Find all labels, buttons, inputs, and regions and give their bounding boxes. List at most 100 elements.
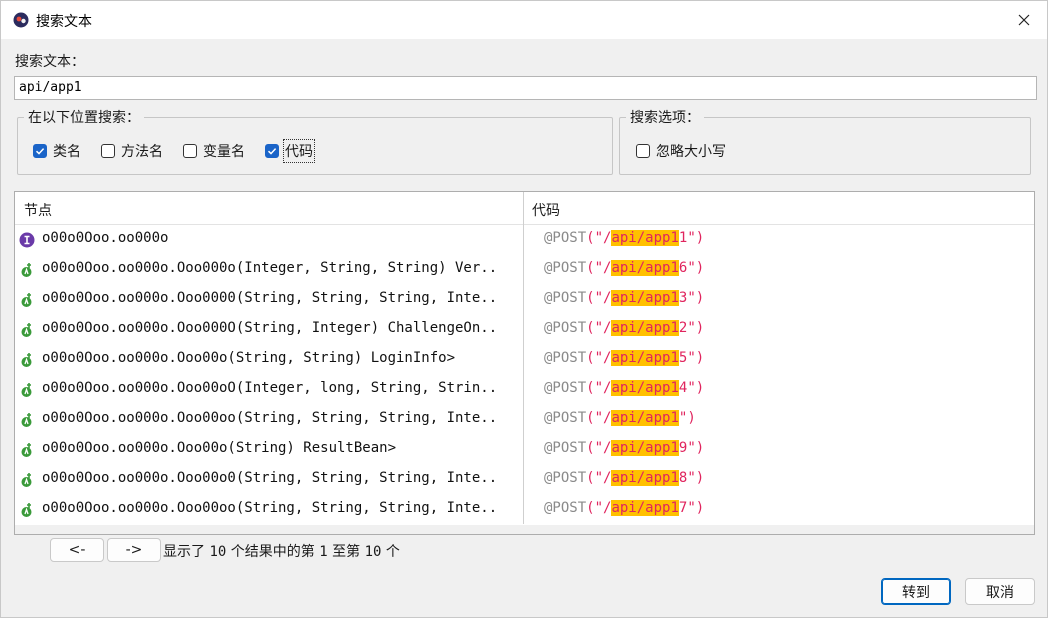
code-string: 3") [678, 290, 705, 306]
table-row[interactable]: o00o0Ooo.oo000o.Ooo00oo(String, String, … [15, 405, 1034, 435]
table-row[interactable]: o00o0Ooo.oo000o.Ooo000O(String, Integer)… [15, 315, 1034, 345]
method-icon [21, 413, 32, 427]
status-text: 至第 [327, 544, 365, 560]
code-match-highlight: api/app1 [611, 350, 679, 366]
code-string: ("/ [586, 440, 612, 456]
code-string: ("/ [586, 320, 612, 336]
node-name: o00o0Ooo.oo000o [42, 230, 169, 246]
ignore-case-checkbox[interactable]: 忽略大小写 [636, 141, 726, 161]
code-annotation: @POST [544, 470, 587, 486]
code-match-highlight: api/app1 [611, 470, 679, 486]
status-text: 显示了 [163, 544, 210, 560]
goto-button[interactable]: 转到 [881, 578, 951, 605]
table-header: 节点 代码 [15, 192, 1034, 225]
method-icon [21, 323, 32, 337]
cancel-button[interactable]: 取消 [965, 578, 1035, 605]
node-name: o00o0Ooo.oo000o.Ooo00oo(String, String, … [42, 500, 498, 516]
code-string: ") [678, 410, 696, 426]
column-header-node[interactable]: 节点 [24, 200, 52, 220]
code-string: 2") [678, 320, 705, 336]
code-match-highlight: api/app1 [611, 410, 679, 426]
code-match-highlight: api/app1 [611, 290, 679, 306]
node-name: o00o0Ooo.oo000o.Ooo00o0(String, String, … [42, 470, 498, 486]
window-title: 搜索文本 [36, 14, 92, 30]
table-row[interactable]: o00o0Ooo.oo000o @POST("/api/app11") [15, 225, 1034, 255]
interface-icon [19, 232, 35, 248]
code-string: ("/ [586, 380, 612, 396]
method-icon [21, 503, 32, 517]
search-label: 搜索文本： [15, 54, 85, 70]
code-snippet: @POST("/api/app13") [544, 290, 704, 306]
search-location-legend: 在以下位置搜索： [28, 110, 140, 126]
status-text: 个结果中的第 [226, 544, 320, 560]
code-snippet: @POST("/api/app17") [544, 500, 704, 516]
method-icon [21, 353, 32, 367]
checkbox-unchecked-icon [636, 144, 650, 158]
table-row[interactable]: o00o0Ooo.oo000o.Ooo0000(String, String, … [15, 285, 1034, 315]
checkbox-checked-icon [33, 144, 47, 158]
code-string: ("/ [586, 290, 612, 306]
class-name-checkbox[interactable]: 类名 [33, 141, 81, 161]
code-string: 5") [678, 350, 705, 366]
code-snippet: @POST("/api/app12") [544, 320, 704, 336]
code-annotation: @POST [544, 230, 587, 246]
code-match-highlight: api/app1 [611, 380, 679, 396]
previous-page-button[interactable]: <- [50, 538, 104, 562]
table-row[interactable]: o00o0Ooo.oo000o.Ooo00o0(String, String, … [15, 465, 1034, 495]
status-total: 10 [209, 544, 227, 560]
table-row[interactable]: o00o0Ooo.oo000o.Ooo00o(String) ResultBea… [15, 435, 1034, 465]
column-header-code[interactable]: 代码 [532, 200, 560, 220]
table-row[interactable]: o00o0Ooo.oo000o.Ooo00oO(Integer, long, S… [15, 375, 1034, 405]
code-string: ("/ [586, 230, 612, 246]
variable-name-checkbox[interactable]: 变量名 [183, 141, 245, 161]
checkbox-checked-icon [265, 144, 279, 158]
search-text-dialog: 搜索文本 搜索文本： 在以下位置搜索： 搜索选项： 类名 方法名 变量名 代码 [0, 0, 1048, 618]
code-match-highlight: api/app1 [611, 440, 679, 456]
code-match-highlight: api/app1 [611, 320, 679, 336]
code-snippet: @POST("/api/app1") [544, 410, 696, 426]
code-string: ("/ [586, 350, 612, 366]
code-annotation: @POST [544, 290, 587, 306]
code-string: 4") [678, 380, 705, 396]
code-string: ("/ [586, 470, 612, 486]
checkbox-unchecked-icon [183, 144, 197, 158]
method-icon [21, 263, 32, 277]
app-icon [13, 12, 29, 28]
node-name: o00o0Ooo.oo000o.Ooo00o(String) ResultBea… [42, 440, 397, 456]
code-label: 代码 [283, 139, 315, 163]
code-annotation: @POST [544, 380, 587, 396]
code-string: 1") [678, 230, 705, 246]
table-body: o00o0Ooo.oo000o @POST("/api/app11") o00o0O… [15, 225, 1034, 525]
code-match-highlight: api/app1 [611, 260, 679, 276]
next-page-button[interactable]: -> [107, 538, 161, 562]
table-row[interactable]: o00o0Ooo.oo000o.Ooo00oo(String, String, … [15, 495, 1034, 525]
search-input[interactable] [14, 76, 1037, 100]
method-icon [21, 383, 32, 397]
method-name-label: 方法名 [121, 144, 163, 160]
code-snippet: @POST("/api/app14") [544, 380, 704, 396]
code-annotation: @POST [544, 500, 587, 516]
status-from: 1 [319, 544, 328, 560]
table-row[interactable]: o00o0Ooo.oo000o.Ooo000o(Integer, String,… [15, 255, 1034, 285]
title-bar: 搜索文本 [1, 1, 1047, 39]
node-name: o00o0Ooo.oo000o.Ooo000O(String, Integer)… [42, 320, 498, 336]
variable-name-label: 变量名 [203, 144, 245, 160]
close-icon [1018, 14, 1030, 26]
method-icon [21, 293, 32, 307]
code-snippet: @POST("/api/app19") [544, 440, 704, 456]
code-string: ("/ [586, 410, 612, 426]
code-string: ("/ [586, 500, 612, 516]
status-text: 个 [381, 544, 400, 560]
code-snippet: @POST("/api/app18") [544, 470, 704, 486]
code-annotation: @POST [544, 350, 587, 366]
node-name: o00o0Ooo.oo000o.Ooo00o(String, String) L… [42, 350, 456, 366]
method-name-checkbox[interactable]: 方法名 [101, 141, 163, 161]
column-divider[interactable] [523, 192, 524, 524]
code-checkbox[interactable]: 代码 [265, 139, 315, 163]
code-match-highlight: api/app1 [611, 230, 679, 246]
code-annotation: @POST [544, 410, 587, 426]
node-name: o00o0Ooo.oo000o.Ooo00oo(String, String, … [42, 410, 498, 426]
close-button[interactable] [1001, 1, 1047, 39]
table-row[interactable]: o00o0Ooo.oo000o.Ooo00o(String, String) L… [15, 345, 1034, 375]
code-snippet: @POST("/api/app15") [544, 350, 704, 366]
